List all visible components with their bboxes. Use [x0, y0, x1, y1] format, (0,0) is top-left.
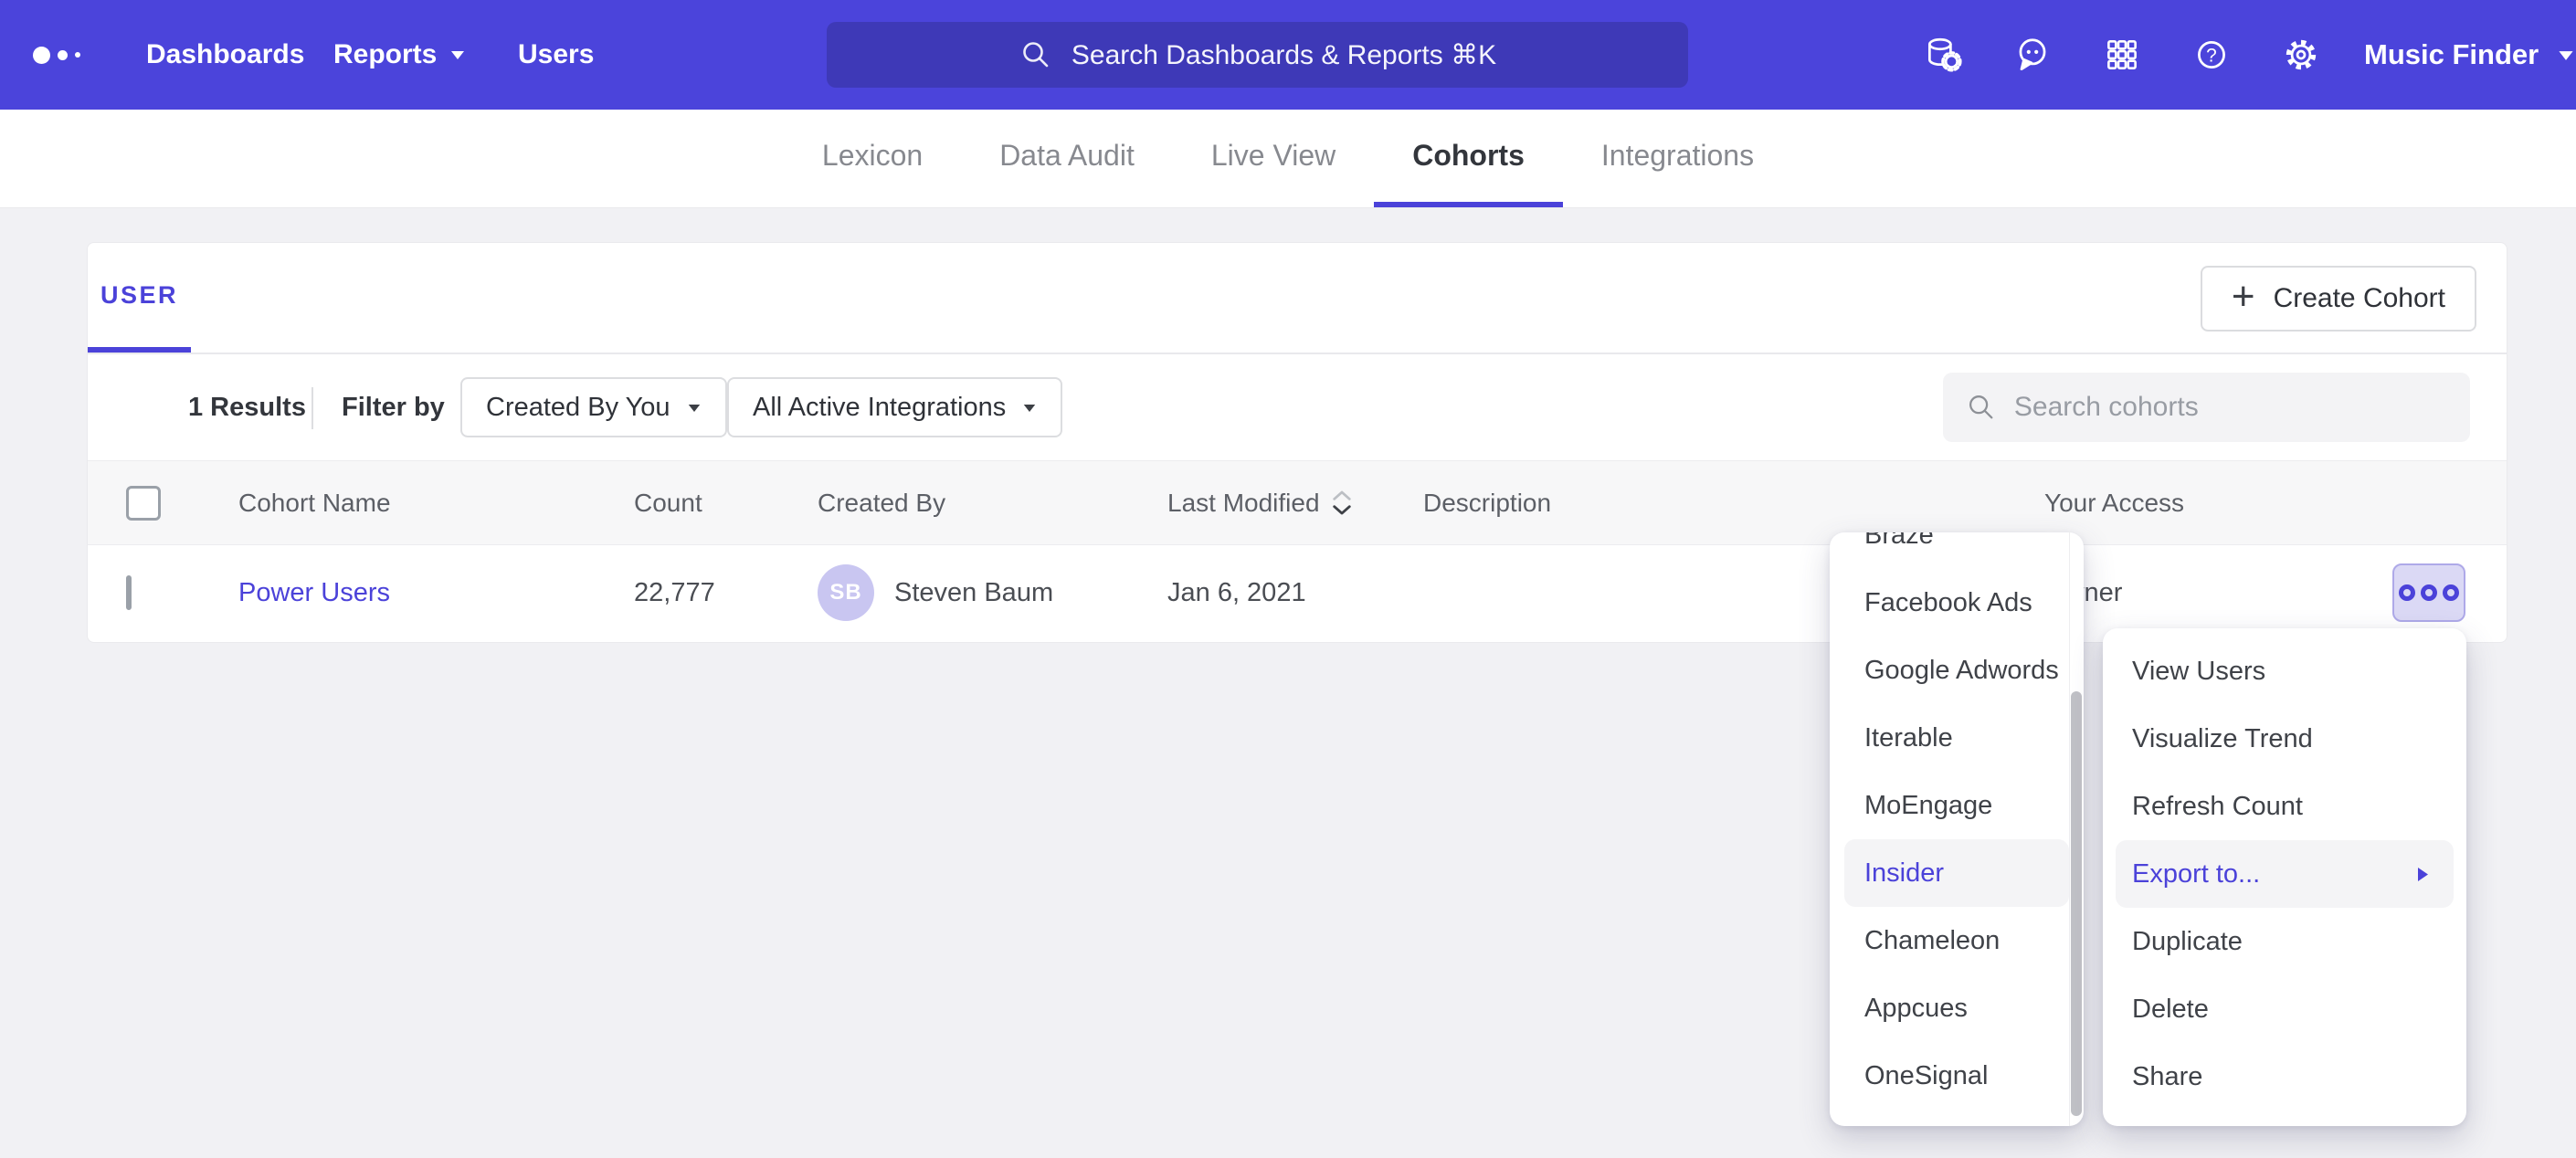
tab-cohorts[interactable]: Cohorts — [1374, 110, 1563, 207]
cohort-search — [1943, 373, 2470, 442]
tab-integrations[interactable]: Integrations — [1563, 110, 1792, 207]
cohort-name-link[interactable]: Power Users — [238, 578, 390, 607]
svg-text:?: ? — [2206, 45, 2217, 66]
global-search-input[interactable]: Search Dashboards & Reports ⌘K — [827, 22, 1688, 88]
tab-cohorts-label: Cohorts — [1412, 139, 1525, 173]
dot-icon — [2443, 584, 2459, 601]
search-icon — [1965, 389, 1998, 426]
tab-integrations-label: Integrations — [1601, 139, 1754, 173]
project-switcher[interactable]: Music Finder — [2364, 0, 2575, 110]
col-cohort-name: Cohort Name — [238, 489, 634, 518]
col-created-by: Created By — [818, 489, 1167, 518]
sort-icon — [1331, 489, 1353, 518]
col-count: Count — [634, 489, 818, 518]
data-management-icon[interactable] — [1922, 34, 1964, 76]
table-header-row: Cohort Name Count Created By Last Modifi… — [88, 460, 2507, 545]
menu-item-visualize-trend[interactable]: Visualize Trend — [2103, 705, 2466, 773]
project-name: Music Finder — [2364, 38, 2539, 71]
submenu-item-moengage[interactable]: MoEngage — [1830, 772, 2084, 839]
created-by-cell: SB Steven Baum — [818, 564, 1167, 621]
help-icon[interactable]: ? — [2191, 34, 2233, 76]
menu-item-view-users[interactable]: View Users — [2103, 637, 2466, 705]
filter-by-label: Filter by — [342, 354, 445, 460]
tab-live-view[interactable]: Live View — [1173, 110, 1374, 207]
nav-icon-group: ? — [1922, 0, 2322, 110]
plus-icon: + — [2232, 277, 2255, 317]
settings-icon[interactable] — [2280, 34, 2322, 76]
nav-reports[interactable]: Reports — [333, 0, 466, 110]
chevron-down-icon — [2557, 49, 2575, 61]
tab-lexicon[interactable]: Lexicon — [784, 110, 961, 207]
export-submenu-list: Braze Facebook Ads Google Adwords Iterab… — [1830, 532, 2084, 1110]
created-by-name: Steven Baum — [894, 578, 1053, 608]
cohorts-page: Dashboards Reports Users Search Dashboar… — [0, 0, 2576, 1158]
your-access-cell: Owner — [2044, 578, 2392, 608]
submenu-item-facebook-ads[interactable]: Facebook Ads — [1830, 569, 2084, 637]
cohort-search-input[interactable] — [2014, 392, 2448, 423]
integrations-filter-dropdown[interactable]: All Active Integrations — [727, 377, 1062, 437]
search-icon — [1019, 37, 1053, 72]
submenu-item-appcues[interactable]: Appcues — [1830, 974, 2084, 1042]
export-submenu: Braze Facebook Ads Google Adwords Iterab… — [1830, 532, 2084, 1126]
submenu-item-onesignal[interactable]: OneSignal — [1830, 1042, 2084, 1110]
menu-item-refresh-count[interactable]: Refresh Count — [2103, 773, 2466, 840]
nav-dashboards-label: Dashboards — [146, 39, 304, 70]
global-search-placeholder: Search Dashboards & Reports ⌘K — [1072, 39, 1496, 71]
menu-item-delete[interactable]: Delete — [2103, 975, 2466, 1043]
chevron-down-icon — [449, 49, 466, 60]
tab-data-audit[interactable]: Data Audit — [961, 110, 1173, 207]
integrations-filter-label: All Active Integrations — [753, 393, 1006, 423]
created-by-filter-label: Created By You — [486, 393, 670, 423]
cohorts-card-header: USER + Create Cohort — [88, 243, 2507, 354]
scrollbar-thumb[interactable] — [2071, 691, 2082, 1116]
submenu-item-braze[interactable]: Braze — [1830, 532, 2084, 569]
dot-icon — [2421, 584, 2437, 601]
submenu-arrow-icon — [2416, 866, 2430, 883]
menu-item-share[interactable]: Share — [2103, 1043, 2466, 1111]
divider — [311, 387, 313, 429]
avatar: SB — [818, 564, 874, 621]
top-navbar: Dashboards Reports Users Search Dashboar… — [0, 0, 2576, 110]
cohort-count: 22,777 — [634, 578, 818, 608]
nav-reports-label: Reports — [333, 39, 437, 70]
row-checkbox[interactable] — [126, 575, 132, 610]
create-cohort-label: Create Cohort — [2274, 283, 2445, 314]
create-cohort-button[interactable]: + Create Cohort — [2201, 266, 2476, 332]
last-modified-cell: Jan 6, 2021 — [1167, 578, 1423, 608]
tab-live-view-label: Live View — [1211, 139, 1336, 173]
feedback-icon[interactable] — [2011, 34, 2053, 76]
col-your-access: Your Access — [2044, 489, 2392, 518]
scrollbar-track — [2069, 532, 2070, 1126]
submenu-item-chameleon[interactable]: Chameleon — [1830, 907, 2084, 974]
mixpanel-logo-icon[interactable] — [33, 0, 80, 110]
submenu-item-insider[interactable]: Insider — [1844, 839, 2069, 907]
created-by-filter-dropdown[interactable]: Created By You — [460, 377, 727, 437]
menu-item-duplicate[interactable]: Duplicate — [2103, 908, 2466, 975]
nav-users[interactable]: Users — [518, 0, 594, 110]
row-context-menu: View Users Visualize Trend Refresh Count… — [2103, 628, 2466, 1126]
tab-user-cohorts[interactable]: USER — [88, 243, 191, 353]
export-to-label: Export to... — [2132, 859, 2260, 890]
submenu-item-google-adwords[interactable]: Google Adwords — [1830, 637, 2084, 704]
results-count: 1 Results — [188, 354, 306, 460]
chevron-down-icon — [1022, 403, 1037, 413]
nav-users-label: Users — [518, 39, 594, 70]
apps-grid-icon[interactable] — [2101, 34, 2143, 76]
select-all-checkbox[interactable] — [126, 486, 161, 521]
cohorts-card: USER + Create Cohort 1 Results Filter by… — [87, 242, 2507, 643]
col-description: Description — [1423, 489, 2044, 518]
menu-item-export-to[interactable]: Export to... — [2116, 840, 2454, 908]
section-tabs: Lexicon Data Audit Live View Cohorts Int… — [0, 110, 2576, 208]
tab-data-audit-label: Data Audit — [999, 139, 1135, 173]
chevron-down-icon — [687, 403, 702, 413]
col-last-modified[interactable]: Last Modified — [1167, 489, 1423, 518]
table-row: Power Users 22,777 SB Steven Baum Jan 6,… — [88, 545, 2507, 640]
dot-icon — [2399, 584, 2415, 601]
row-actions-button[interactable] — [2392, 563, 2465, 622]
nav-dashboards[interactable]: Dashboards — [146, 0, 304, 110]
submenu-item-iterable[interactable]: Iterable — [1830, 704, 2084, 772]
tab-lexicon-label: Lexicon — [822, 139, 923, 173]
filter-toolbar: 1 Results Filter by Created By You All A… — [88, 354, 2507, 460]
